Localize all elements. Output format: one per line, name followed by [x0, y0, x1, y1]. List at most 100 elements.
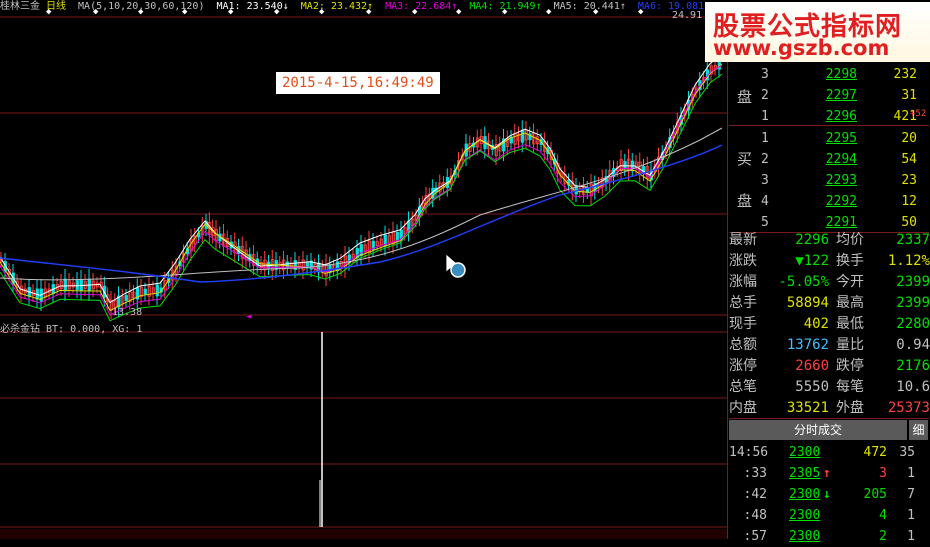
- candle-body: [63, 278, 67, 292]
- tick-time: 14:56: [729, 445, 769, 460]
- quote-value: 2296: [795, 232, 829, 248]
- quote-label: 今开: [836, 274, 864, 290]
- quote-value: 2660: [795, 358, 829, 374]
- tick-volume: 2: [879, 529, 887, 544]
- quote-value: 1.12%: [887, 253, 930, 269]
- quote-label: 跌停: [836, 358, 864, 374]
- quote-value: 10.6: [896, 379, 930, 395]
- ticks-detail-button[interactable]: 细: [909, 420, 928, 440]
- candle-body: [155, 284, 159, 297]
- quote-value: 2399: [896, 295, 930, 311]
- ma3-value: MA3: 22.684↑: [385, 1, 458, 12]
- quote-label: 换手: [836, 253, 864, 269]
- tick-count: 35: [899, 445, 915, 460]
- quote-label: 总额: [729, 337, 757, 353]
- busy-cursor-icon: [450, 262, 466, 278]
- candle-body: [359, 244, 363, 256]
- quote-label: 内盘: [729, 400, 757, 416]
- candle-body: [143, 288, 147, 295]
- tick-time: :57: [743, 529, 767, 544]
- candle-body: [395, 231, 399, 241]
- sell-note: +52: [910, 109, 927, 119]
- quote-label: 总手: [729, 295, 757, 311]
- quote-row: 总额 13762 量比 0.94: [727, 335, 930, 356]
- buy-order-row[interactable]: 4 2292 12: [727, 191, 930, 212]
- tick-arrow-icon: ↓: [823, 487, 831, 502]
- quote-label: 最低: [836, 316, 864, 332]
- quote-label: 最新: [729, 232, 757, 248]
- crosshair-date: 2015-4-15,16:49:49: [276, 72, 440, 94]
- quote-label: 总笔: [729, 379, 757, 395]
- sell-order-row[interactable]: 3 2298 232: [727, 64, 930, 85]
- buy-order-row[interactable]: 3 2293 23: [727, 170, 930, 191]
- quote-label: 最高: [836, 295, 864, 311]
- quote-label: 现手: [729, 316, 757, 332]
- quote-value: 2280: [896, 316, 930, 332]
- site-watermark: 股票公式指标网 www.gszb.com: [705, 2, 930, 62]
- quote-value: 2176: [896, 358, 930, 374]
- buy-order-row[interactable]: 2 2294 54: [727, 149, 930, 170]
- candle-body: [520, 129, 525, 143]
- candle-body: [124, 295, 128, 301]
- quote-value: -5.05%: [778, 274, 829, 290]
- sell-order-row[interactable]: 1 2296 421 +52: [727, 106, 930, 127]
- quote-value: ▼122: [795, 253, 829, 269]
- tick-count: 1: [907, 466, 915, 481]
- quote-row: 涨跌 ▼122 换手 1.12%: [727, 251, 930, 272]
- quote-value: 0.94: [896, 337, 930, 353]
- period-label[interactable]: 日线: [46, 1, 66, 12]
- tick-price: 2300: [789, 529, 821, 544]
- tick-volume: 205: [863, 487, 887, 502]
- tick-volume: 3: [879, 466, 887, 481]
- indicator-title[interactable]: 必杀金钻 BT: 0.000, XG: 1: [0, 320, 142, 335]
- marker-arrow-icon: ◄: [246, 312, 252, 322]
- tick-row[interactable]: :42 2300 ↓ 205 7: [727, 484, 930, 505]
- quote-value: 58894: [786, 295, 829, 311]
- bottom-strip: [0, 529, 727, 539]
- ma4-line: [0, 73, 723, 322]
- quote-value: 5550: [795, 379, 829, 395]
- quote-value: 33521: [786, 400, 829, 416]
- watermark-url: www.gszb.com: [713, 36, 890, 60]
- ma-definition: MA(5,10,20,30,60,120): [78, 1, 205, 12]
- quote-label: 均价: [836, 232, 864, 248]
- quote-row: 内盘 33521 外盘 25373: [727, 398, 930, 419]
- tick-arrow-icon: ↑: [823, 466, 831, 481]
- quote-row: 涨幅 -5.05% 今开 2399: [727, 272, 930, 293]
- candle-body: [623, 161, 627, 169]
- quote-label: 涨停: [729, 358, 757, 374]
- tick-price: 2300: [789, 445, 821, 460]
- quote-value: 13762: [786, 337, 829, 353]
- tick-count: 1: [907, 508, 915, 523]
- quote-value: 25373: [887, 400, 930, 416]
- quote-row: 涨停 2660 跌停 2176: [727, 356, 930, 377]
- tick-row[interactable]: :57 2300 2 1: [727, 526, 930, 547]
- tick-price: 2300: [789, 487, 821, 502]
- quote-value: 402: [803, 316, 829, 332]
- tick-time: :48: [743, 508, 767, 523]
- low-price-label: 13.38: [112, 307, 143, 318]
- quote-row: 总笔 5550 每笔 10.6: [727, 377, 930, 398]
- price-axis-label: 24.91: [672, 10, 703, 21]
- quote-label: 每笔: [836, 379, 864, 395]
- tick-volume: 4: [879, 508, 887, 523]
- candle-body: [75, 280, 79, 290]
- ticks-tab[interactable]: 分时成交: [729, 420, 907, 440]
- quote-panel: 盘 3 2298 232 2 2297 31 1 2296 421 +52 买 …: [727, 62, 930, 544]
- buy-order-row[interactable]: 1 2295 20: [727, 128, 930, 149]
- tick-row[interactable]: :33 2305 ↑ 3 1: [727, 463, 930, 484]
- quote-value: 2337: [896, 232, 930, 248]
- quote-row: 最新 2296 均价 2337: [727, 230, 930, 251]
- quote-row: 现手 402 最低 2280: [727, 314, 930, 335]
- tick-row[interactable]: :48 2300 4 1: [727, 505, 930, 526]
- stock-name: 桂林三金: [0, 1, 40, 12]
- ma1-value: MA1: 23.540↓: [216, 1, 289, 12]
- tick-row[interactable]: 14:56 2300 472 35: [727, 442, 930, 463]
- tick-price: 2305: [789, 466, 821, 481]
- tick-count: 7: [907, 487, 915, 502]
- ma5-value: MA5: 20.441↑: [553, 1, 626, 12]
- sell-order-row[interactable]: 2 2297 31: [727, 85, 930, 106]
- ma2-value: MA2: 23.432↑: [300, 1, 374, 12]
- quote-row: 总手 58894 最高 2399: [727, 293, 930, 314]
- tick-volume: 472: [863, 445, 887, 460]
